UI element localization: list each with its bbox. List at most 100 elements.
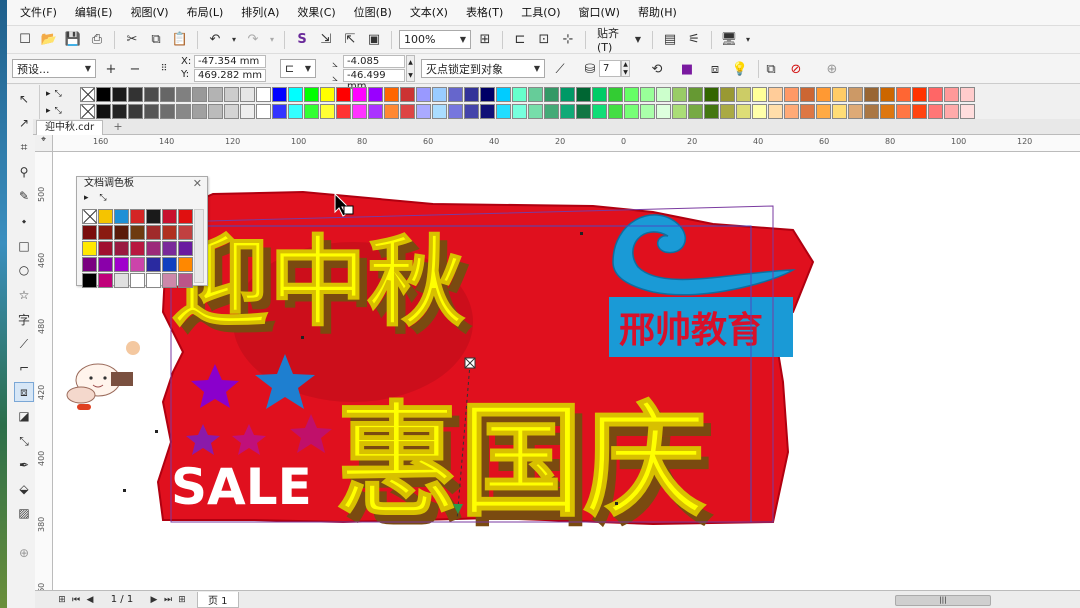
next-page-icon[interactable]: ▶ — [147, 595, 161, 605]
color-swatch[interactable] — [112, 103, 127, 119]
color-swatch[interactable] — [768, 86, 783, 102]
color-swatch[interactable] — [128, 86, 143, 102]
document-color-swatch[interactable] — [146, 241, 161, 256]
color-swatch[interactable] — [160, 86, 175, 102]
import-icon[interactable]: ⇲ — [316, 30, 336, 50]
vp-spinner[interactable]: ▲ ▼ — [406, 55, 415, 82]
color-swatch[interactable] — [384, 103, 399, 119]
color-swatch[interactable] — [528, 103, 543, 119]
color-swatch[interactable] — [560, 103, 575, 119]
title-line2[interactable]: 惠国庆 — [335, 390, 708, 535]
document-color-swatch[interactable] — [130, 273, 145, 288]
color-swatch[interactable] — [800, 103, 815, 119]
extrusion-color-icon[interactable]: ■ — [677, 59, 697, 79]
document-color-swatch[interactable] — [82, 241, 97, 256]
document-color-swatch[interactable] — [130, 257, 145, 272]
add-preset-icon[interactable]: + — [101, 59, 121, 79]
horizontal-scrollbar-thumb[interactable]: ||| — [895, 595, 991, 606]
menu-item[interactable]: 文件(F) — [11, 0, 66, 26]
color-swatch[interactable] — [608, 103, 623, 119]
document-color-swatch[interactable] — [146, 273, 161, 288]
color-swatch[interactable] — [736, 103, 751, 119]
document-color-swatch[interactable] — [146, 225, 161, 240]
color-swatch[interactable] — [736, 86, 751, 102]
color-swatch[interactable] — [368, 103, 383, 119]
undo-icon[interactable]: ↶ — [205, 30, 225, 50]
show-grid-icon[interactable]: ⊡ — [534, 30, 554, 50]
palette-controls[interactable]: ▸ ⤡ — [40, 86, 80, 102]
document-color-swatch[interactable] — [130, 241, 145, 256]
document-color-swatch[interactable] — [162, 209, 177, 224]
color-swatch[interactable] — [288, 103, 303, 119]
color-swatch[interactable] — [400, 86, 415, 102]
palette-menu-icon[interactable]: ▸ — [46, 89, 51, 99]
color-swatch[interactable] — [464, 103, 479, 119]
selection-node[interactable] — [155, 430, 158, 433]
first-page-icon[interactable]: ⏮ — [69, 595, 83, 605]
add-page-after-icon[interactable]: ⊞ — [175, 595, 189, 605]
color-swatch[interactable] — [912, 103, 927, 119]
color-swatch[interactable] — [384, 86, 399, 102]
color-swatch[interactable] — [320, 103, 335, 119]
depth-input[interactable]: 7 — [599, 60, 621, 77]
clear-extrusion-icon[interactable]: ⊘ — [786, 59, 806, 79]
color-swatch[interactable] — [304, 103, 319, 119]
selection-node[interactable] — [615, 502, 618, 505]
color-swatch[interactable] — [912, 86, 927, 102]
copy-icon[interactable]: ⧉ — [146, 30, 166, 50]
color-swatch[interactable] — [784, 86, 799, 102]
color-swatch[interactable] — [224, 103, 239, 119]
color-swatch[interactable] — [272, 86, 287, 102]
palette-menu-icon[interactable]: ▸ — [46, 106, 51, 116]
color-swatch[interactable] — [720, 86, 735, 102]
ruler-origin[interactable]: ⌖ — [35, 135, 53, 152]
vanishing-point-mode-combo[interactable]: 灭点锁定到对象 ▼ — [421, 59, 545, 78]
menu-item[interactable]: 编辑(E) — [66, 0, 122, 26]
document-color-swatch[interactable] — [114, 225, 129, 240]
color-swatch[interactable] — [576, 86, 591, 102]
color-swatch[interactable] — [416, 86, 431, 102]
interactive-fill-tool-icon[interactable]: ▨ — [14, 503, 34, 523]
color-swatch[interactable] — [832, 86, 847, 102]
redo-dropdown-icon[interactable]: ▾ — [267, 30, 277, 50]
save-icon[interactable]: 💾 — [63, 30, 83, 50]
parallel-dimension-tool-icon[interactable]: ⟋ — [14, 334, 34, 354]
color-swatch[interactable] — [896, 86, 911, 102]
color-swatch[interactable] — [448, 103, 463, 119]
menu-item[interactable]: 窗口(W) — [570, 0, 629, 26]
document-color-swatch[interactable] — [146, 209, 161, 224]
color-swatch[interactable] — [832, 103, 847, 119]
color-swatch[interactable] — [336, 86, 351, 102]
color-swatch[interactable] — [416, 103, 431, 119]
document-color-swatch[interactable] — [82, 273, 97, 288]
zoom-tool-icon[interactable]: ⚲ — [14, 162, 34, 182]
transparency-tool-icon[interactable]: ◪ — [14, 406, 34, 426]
color-swatch[interactable] — [256, 86, 271, 102]
shape-tool-icon[interactable]: ↗ — [14, 113, 34, 133]
color-swatch[interactable] — [864, 103, 879, 119]
color-swatch[interactable] — [624, 86, 639, 102]
document-color-swatch[interactable] — [98, 257, 113, 272]
document-tab[interactable]: 迎中秋.cdr — [36, 120, 104, 135]
color-swatch[interactable] — [928, 86, 943, 102]
text-tool-icon[interactable]: 字 — [14, 309, 34, 329]
color-swatch[interactable] — [544, 103, 559, 119]
open-icon[interactable]: 📂 — [39, 30, 59, 50]
document-color-swatch[interactable] — [162, 225, 177, 240]
document-color-swatch[interactable] — [98, 241, 113, 256]
color-swatch[interactable] — [256, 103, 271, 119]
no-fill-swatch[interactable] — [80, 103, 95, 119]
pick-tool-icon[interactable]: ↖ — [14, 89, 34, 109]
redo-icon[interactable]: ↷ — [243, 30, 263, 50]
full-screen-icon[interactable]: ⊞ — [475, 30, 495, 50]
outline-tool-icon[interactable]: ✒ — [14, 455, 34, 475]
color-swatch[interactable] — [960, 103, 975, 119]
color-swatch[interactable] — [144, 86, 159, 102]
color-swatch[interactable] — [672, 103, 687, 119]
color-swatch[interactable] — [192, 86, 207, 102]
menu-item[interactable]: 工具(O) — [512, 0, 569, 26]
color-swatch[interactable] — [768, 103, 783, 119]
undo-dropdown-icon[interactable]: ▾ — [229, 30, 239, 50]
color-swatch[interactable] — [944, 103, 959, 119]
fill-tool-icon[interactable]: ⬙ — [14, 479, 34, 499]
